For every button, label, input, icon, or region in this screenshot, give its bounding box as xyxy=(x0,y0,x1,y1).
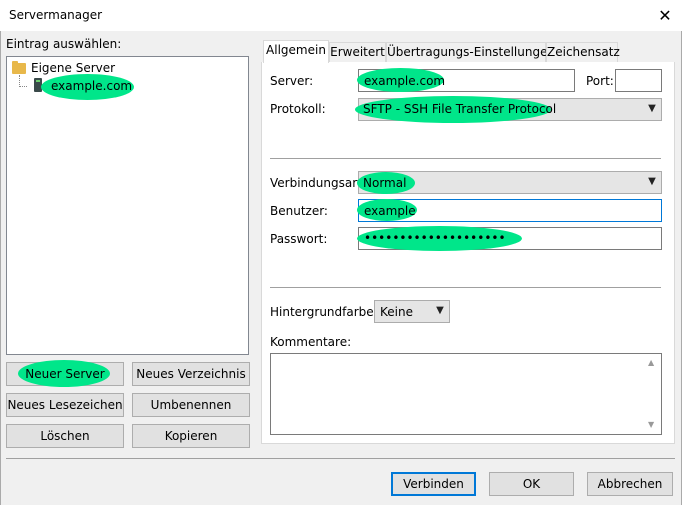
new-folder-button[interactable]: Neues Verzeichnis xyxy=(132,362,250,386)
bgcolor-value: Keine xyxy=(380,305,413,319)
chevron-down-icon[interactable]: ▼ xyxy=(645,175,659,189)
logontype-label: Verbindungsart: xyxy=(270,176,366,190)
section-divider xyxy=(270,287,661,288)
new-bookmark-button[interactable]: Neues Lesezeichen xyxy=(6,393,124,417)
scroll-down-icon[interactable]: ▼ xyxy=(648,420,654,429)
bgcolor-label: Hintergrundfarbe: xyxy=(270,305,378,319)
connect-button[interactable]: Verbinden xyxy=(391,472,476,496)
user-label: Benutzer: xyxy=(270,204,328,218)
tab-advanced[interactable]: Erweitert xyxy=(329,42,386,63)
chevron-down-icon[interactable]: ▼ xyxy=(433,304,447,318)
select-entry-label: Eintrag auswählen: xyxy=(6,37,122,51)
server-value: example.com xyxy=(364,74,446,88)
protocol-value: SFTP - SSH File Transfer Protocol xyxy=(363,102,557,116)
password-value: •••••••••••••••••••• xyxy=(364,231,506,245)
server-tree[interactable]: Eigene Server example.com xyxy=(6,56,249,355)
logontype-value: Normal xyxy=(363,176,407,190)
comments-label: Kommentare: xyxy=(270,335,352,349)
scroll-up-icon[interactable]: ▲ xyxy=(648,358,654,367)
close-icon[interactable]: ✕ xyxy=(650,3,680,29)
server-label: Server: xyxy=(270,74,314,88)
tree-connector-horizontal xyxy=(19,86,27,87)
chevron-down-icon[interactable]: ▼ xyxy=(645,102,659,116)
port-input[interactable] xyxy=(615,69,662,92)
comments-textarea[interactable]: ▲ ▼ xyxy=(270,353,662,435)
port-label: Port: xyxy=(586,74,614,88)
tab-transfer-settings[interactable]: Übertragungs-Einstellungen xyxy=(386,42,555,63)
ok-button[interactable]: OK xyxy=(489,472,574,496)
new-server-button-label[interactable]: Neuer Server xyxy=(6,367,124,381)
delete-button[interactable]: Löschen xyxy=(6,424,124,448)
tab-charset[interactable]: Zeichensatz xyxy=(546,42,620,63)
footer-divider xyxy=(6,458,675,459)
tree-root-label[interactable]: Eigene Server xyxy=(31,61,115,75)
user-value: example xyxy=(364,204,416,218)
protocol-label: Protokoll: xyxy=(270,102,326,116)
rename-button[interactable]: Umbenennen xyxy=(132,393,250,417)
title-bar xyxy=(0,0,682,31)
section-divider xyxy=(270,158,661,159)
folder-icon xyxy=(12,61,26,74)
cancel-button[interactable]: Abbrechen xyxy=(587,472,673,496)
copy-button[interactable]: Kopieren xyxy=(132,424,250,448)
tab-general[interactable]: Allgemein xyxy=(263,40,329,63)
window-border-left xyxy=(0,31,1,505)
password-label: Passwort: xyxy=(270,232,328,246)
tree-item-server[interactable]: example.com xyxy=(51,79,132,93)
window-title: Servermanager xyxy=(9,8,103,22)
